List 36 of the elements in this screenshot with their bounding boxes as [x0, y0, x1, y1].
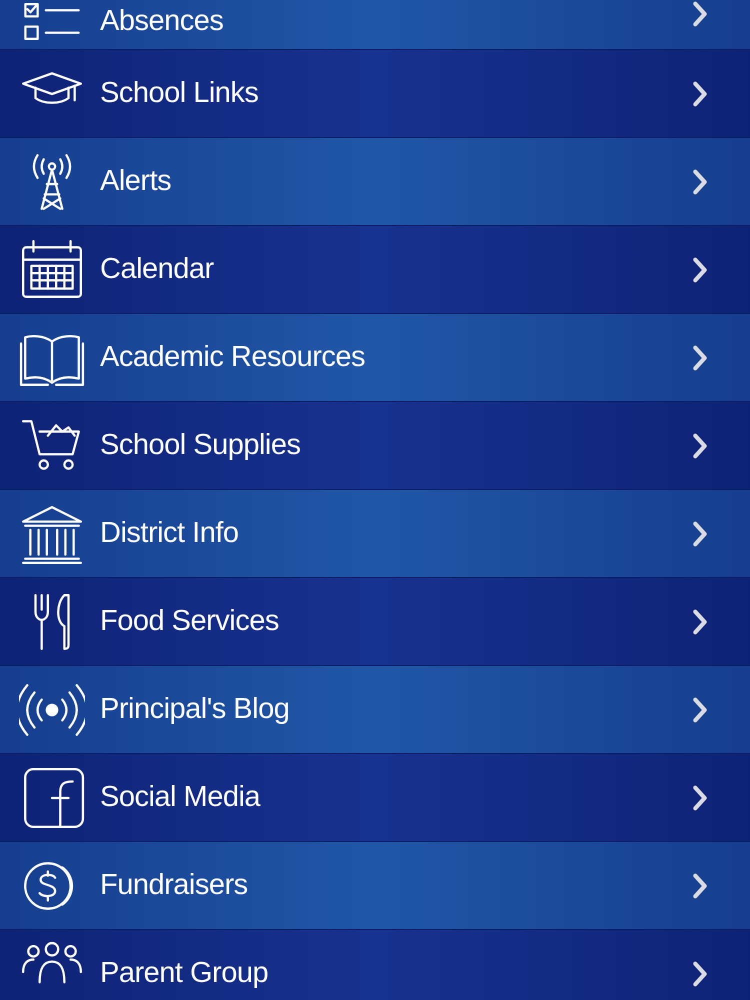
chevron-icon [690, 0, 710, 28]
menu-item[interactable]: Principal's Blog [0, 666, 750, 754]
menu-item[interactable]: Parent Group [0, 930, 750, 1000]
chevron-icon [690, 80, 710, 108]
menu-item[interactable]: Academic Resources [0, 314, 750, 402]
chevron-icon [690, 960, 710, 988]
menu-item[interactable]: School Supplies [0, 402, 750, 490]
menu-label: School Supplies [100, 428, 302, 463]
menu-label: Fundraisers [100, 868, 249, 903]
menu-label: Absences [100, 4, 224, 39]
menu-label: Food Services [100, 604, 280, 639]
menu-item[interactable]: Fundraisers [0, 842, 750, 930]
menu-label: Social Media [100, 780, 262, 815]
menu-item[interactable]: Absences [0, 0, 750, 50]
chevron-icon [690, 432, 710, 460]
chevron-icon [690, 520, 710, 548]
menu-label: Calendar [100, 252, 215, 287]
chevron-icon [690, 696, 710, 724]
menu-label: Alerts [100, 164, 172, 199]
menu-label: District Info [100, 516, 240, 551]
menu-item[interactable]: Calendar [0, 226, 750, 314]
menu-item[interactable]: District Info [0, 490, 750, 578]
chevron-icon [690, 608, 710, 636]
chevron-icon [690, 784, 710, 812]
chevron-icon [690, 256, 710, 284]
chevron-icon [690, 168, 710, 196]
menu-item[interactable]: Alerts [0, 138, 750, 226]
chevron-icon [690, 872, 710, 900]
menu-label: Principal's Blog [100, 692, 290, 727]
menu-label: Parent Group [100, 956, 270, 991]
menu-item[interactable]: Food Services [0, 578, 750, 666]
menu-label: Academic Resources [100, 340, 366, 375]
menu-item[interactable]: School Links [0, 50, 750, 138]
menu-item[interactable]: Social Media [0, 754, 750, 842]
menu-label: School Links [100, 76, 260, 111]
chevron-icon [690, 344, 710, 372]
